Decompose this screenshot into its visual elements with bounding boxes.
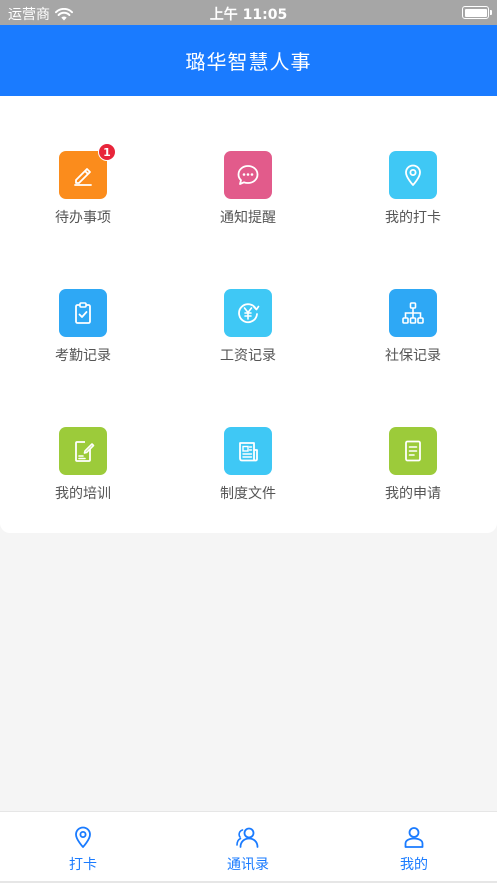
grid-item-attendance[interactable]: 考勤记录 bbox=[13, 289, 153, 389]
chat-bubble-icon bbox=[237, 165, 259, 185]
grid-item-notice[interactable]: 通知提醒 bbox=[178, 151, 318, 251]
grid-item-todo[interactable]: 1 待办事项 bbox=[13, 143, 153, 251]
grid-label-todo: 待办事项 bbox=[55, 210, 111, 226]
user-icon bbox=[404, 827, 424, 848]
todo-icon-box: 1 bbox=[59, 143, 116, 199]
edit-document-icon bbox=[75, 441, 95, 462]
tab-label-contacts: 通讯录 bbox=[227, 857, 269, 873]
nav-bar: 璐华智慧人事 bbox=[0, 25, 497, 96]
location-pin-icon bbox=[405, 164, 421, 186]
application-icon-box bbox=[389, 427, 437, 475]
status-bar: 运营商 上午 11:05 bbox=[0, 0, 497, 25]
social-security-icon-box bbox=[389, 289, 437, 337]
yen-cycle-icon bbox=[238, 303, 260, 324]
grid-label-attendance: 考勤记录 bbox=[55, 348, 111, 364]
tab-checkin[interactable]: 打卡 bbox=[23, 824, 143, 874]
tab-profile[interactable]: 我的 bbox=[354, 824, 474, 874]
grid-label-application: 我的申请 bbox=[385, 486, 441, 502]
grid-item-social-security[interactable]: 社保记录 bbox=[343, 289, 483, 389]
location-pin-icon bbox=[75, 826, 91, 848]
policy-icon-box bbox=[224, 427, 272, 475]
grid-item-application[interactable]: 我的申请 bbox=[343, 427, 483, 527]
newspaper-icon bbox=[239, 442, 258, 462]
grid-label-salary: 工资记录 bbox=[220, 348, 276, 364]
hierarchy-icon bbox=[402, 302, 424, 324]
grid-label-notice: 通知提醒 bbox=[220, 210, 276, 226]
checkin-icon-box bbox=[389, 151, 437, 199]
clipboard-check-icon bbox=[75, 302, 91, 324]
grid-label-checkin: 我的打卡 bbox=[385, 210, 441, 226]
feature-grid: 1 待办事项 通知提醒 我的打卡 考勤记录 工资记录 社保记录 我的培训 制度文… bbox=[0, 96, 497, 533]
tab-label-checkin: 打卡 bbox=[69, 857, 97, 873]
salary-icon-box bbox=[224, 289, 272, 337]
status-time: 上午 11:05 bbox=[209, 7, 288, 23]
contacts-icon bbox=[236, 827, 259, 848]
tab-label-profile: 我的 bbox=[400, 857, 428, 873]
grid-label-training: 我的培训 bbox=[55, 486, 111, 502]
tab-contacts[interactable]: 通讯录 bbox=[188, 824, 308, 874]
page-title: 璐华智慧人事 bbox=[185, 50, 312, 74]
grid-label-social-security: 社保记录 bbox=[385, 348, 441, 364]
tab-bar: 打卡 通讯录 我的 bbox=[0, 811, 497, 883]
notice-icon-box bbox=[224, 151, 272, 199]
document-lines-icon bbox=[405, 440, 421, 462]
grid-item-policy[interactable]: 制度文件 bbox=[178, 427, 318, 527]
grid-item-salary[interactable]: 工资记录 bbox=[178, 289, 318, 389]
battery-icon bbox=[462, 6, 492, 19]
training-icon-box bbox=[59, 427, 107, 475]
grid-item-checkin[interactable]: 我的打卡 bbox=[343, 151, 483, 251]
grid-item-training[interactable]: 我的培训 bbox=[13, 427, 153, 527]
todo-badge: 1 bbox=[98, 143, 116, 161]
attendance-icon-box bbox=[59, 289, 107, 337]
grid-label-policy: 制度文件 bbox=[220, 486, 276, 502]
pencil-icon bbox=[74, 168, 92, 186]
